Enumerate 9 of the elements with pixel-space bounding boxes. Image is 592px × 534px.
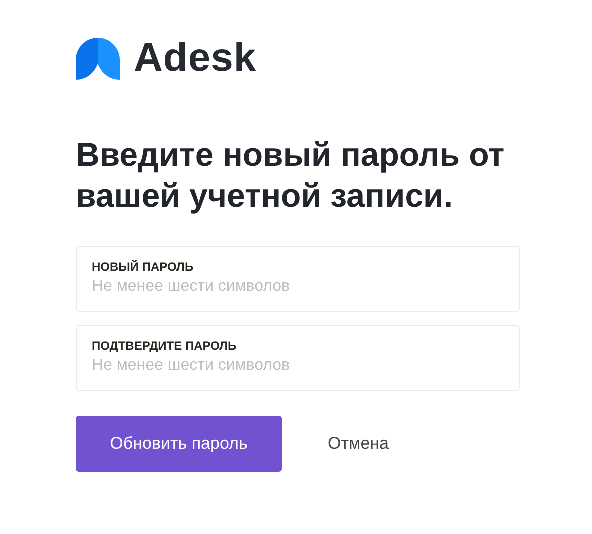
field-label: ПОДТВЕРДИТЕ ПАРОЛЬ <box>92 339 238 353</box>
field-label: НОВЫЙ ПАРОЛЬ <box>92 260 195 274</box>
page-heading: Введите новый пароль от вашей учетной записи. <box>76 135 506 216</box>
logo-icon <box>76 36 120 80</box>
password-field[interactable]: НОВЫЙ ПАРОЛЬ Не менее шести символов <box>76 246 520 312</box>
cancel-button[interactable]: Отмена <box>290 426 427 462</box>
logo-wordmark: Adesk <box>134 36 257 80</box>
password-field[interactable]: ПОДТВЕРДИТЕ ПАРОЛЬ Не менее шести символов <box>76 325 520 391</box>
update-password-button[interactable]: Обновить пароль <box>76 416 282 472</box>
